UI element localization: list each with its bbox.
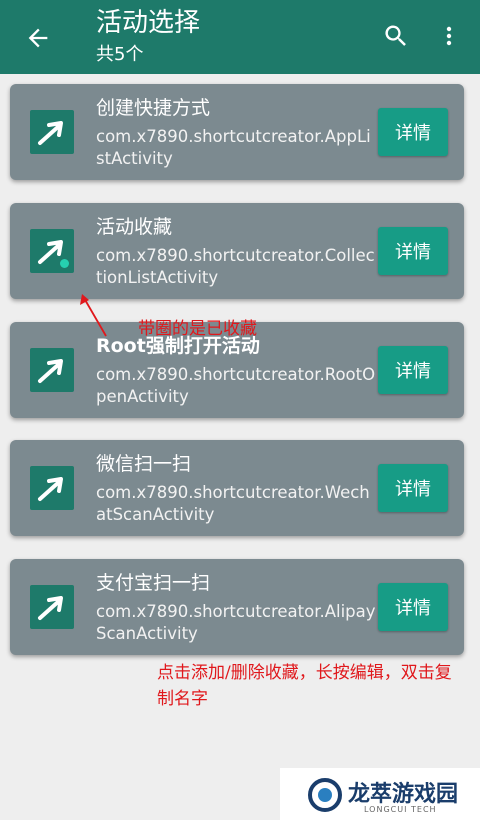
search-icon — [385, 25, 406, 46]
activity-class-name: com.x7890.shortcutcreator.WechatScanActi… — [96, 483, 370, 524]
page-title: 活动选择 — [96, 8, 201, 38]
more-vert-icon — [446, 26, 452, 46]
annotation-arrow — [80, 294, 107, 337]
shortcut-arrow-icon — [30, 110, 74, 154]
favorite-indicator-icon — [60, 259, 69, 268]
details-button[interactable]: 详情 — [378, 227, 448, 275]
activity-title: 微信扫一扫 — [96, 453, 192, 475]
more-options-button[interactable] — [434, 18, 464, 54]
activity-card[interactable]: 创建快捷方式 com.x7890.shortcutcreator.AppList… — [10, 84, 464, 180]
activity-card[interactable]: 活动收藏 com.x7890.shortcutcreator.Collectio… — [10, 203, 464, 299]
activity-title: 支付宝扫一扫 — [96, 572, 211, 594]
details-button[interactable]: 详情 — [378, 464, 448, 512]
activity-class-name: com.x7890.shortcutcreator.CollectionList… — [96, 246, 375, 287]
activity-card[interactable]: 支付宝扫一扫 com.x7890.shortcutcreator.AlipayS… — [10, 559, 464, 655]
page-subtitle: 共5个 — [96, 44, 144, 65]
watermark-name: 龙萃游戏园 — [348, 782, 459, 807]
details-button[interactable]: 详情 — [378, 583, 448, 631]
watermark-logo-icon — [308, 778, 342, 812]
activity-title: 创建快捷方式 — [96, 97, 211, 119]
shortcut-arrow-icon — [30, 466, 74, 510]
watermark: 龙萃游戏园 LONGCUI TECH — [280, 768, 480, 820]
details-button[interactable]: 详情 — [378, 108, 448, 156]
activity-class-name: com.x7890.shortcutcreator.AlipayScanActi… — [96, 602, 376, 643]
app-bar: 活动选择 共5个 — [0, 0, 480, 74]
activity-class-name: com.x7890.shortcutcreator.RootOpenActivi… — [96, 365, 376, 406]
shortcut-arrow-icon — [30, 585, 74, 629]
favorite-annotation: 带圈的是已收藏 — [138, 319, 257, 339]
usage-annotation: 点击添加/删除收藏，长按编辑，双击复制名字 — [157, 663, 452, 709]
activity-card[interactable]: 微信扫一扫 com.x7890.shortcutcreator.WechatSc… — [10, 440, 464, 536]
watermark-sub: LONGCUI TECH — [364, 805, 437, 814]
activity-class-name: com.x7890.shortcutcreator.AppListActivit… — [96, 127, 371, 168]
shortcut-arrow-icon — [30, 229, 74, 273]
back-button[interactable] — [18, 18, 58, 58]
activity-title: 活动收藏 — [96, 216, 173, 238]
arrow-left-icon — [28, 28, 48, 48]
shortcut-arrow-icon — [30, 348, 74, 392]
search-button[interactable] — [378, 18, 414, 54]
details-button[interactable]: 详情 — [378, 346, 448, 394]
